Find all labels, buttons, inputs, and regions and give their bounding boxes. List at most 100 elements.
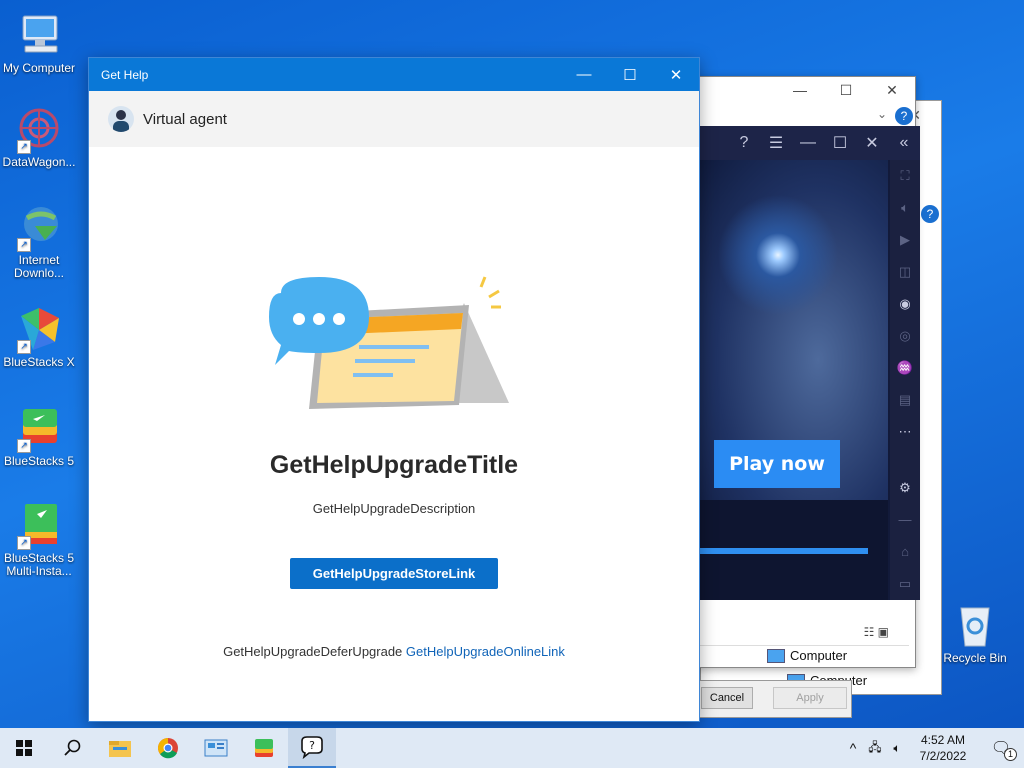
taskbar-file-explorer[interactable] [96,728,144,768]
show-hidden-icons-icon[interactable]: ^ [842,740,864,756]
get-help-window[interactable]: Get Help — ☐ ✕ Virtual agent GetHelpUpgr… [88,57,700,722]
recycle-bin-icon [951,602,999,650]
maximize-icon[interactable]: ☐ [823,77,869,103]
recent-apps-icon[interactable]: ▭ [899,568,911,600]
background-dialog-buttons: Cancel Apply [698,680,852,718]
window-title: Get Help [101,67,149,82]
shortcut-arrow-icon: ↗ [17,439,31,453]
get-help-titlebar: Get Help — ☐ ✕ [89,58,699,91]
maximize-icon[interactable]: ☐ [824,133,856,153]
online-link[interactable]: GetHelpUpgradeOnlineLink [406,644,565,659]
bluestacks-5-icon [255,739,273,757]
taskbar-bluestacks[interactable] [240,728,288,768]
datawagon-icon: ↗ [15,106,63,154]
desktop-icon-internet-download[interactable]: ↗ Internet Downlo... [1,204,77,280]
defer-upgrade-row: GetHelpUpgradeDeferUpgrade GetHelpUpgrad… [89,644,699,659]
home-icon[interactable]: ⌂ [901,536,909,568]
screenshot-icon[interactable]: ◫ [899,256,911,288]
collapse-sidebar-icon[interactable]: « [888,134,920,152]
agent-label: Virtual agent [143,110,227,128]
bluestacks-titlebar: ? ☰ — ☐ ✕ « [698,126,920,160]
macro-icon[interactable]: ◎ [899,320,910,352]
status-computer-label: Computer [790,648,848,663]
clock[interactable]: 4:52 AM 7/2/2022 [908,732,978,764]
back-icon[interactable]: — [899,504,912,536]
help-icon[interactable]: ? [895,107,913,125]
svg-text:?: ? [309,739,315,752]
desktop-icon-bluestacks-5[interactable]: ↗ BlueStacks 5 [1,405,77,468]
notifications-button[interactable]: 🗨︎ 1 [978,738,1024,761]
record-icon[interactable]: ◉ [899,288,910,320]
more-icon[interactable]: ⋯ [899,416,912,448]
fps-icon[interactable]: ▤ [899,384,911,416]
game-banner-art: Play now [698,160,888,500]
clock-date: 7/2/2022 [919,749,967,763]
shortcut-arrow-icon: ↗ [17,140,31,154]
desktop-icon-datawagon[interactable]: ↗ DataWagon... [1,106,77,169]
search-button[interactable] [48,728,96,768]
defer-upgrade-text: GetHelpUpgradeDeferUpgrade [223,644,403,659]
search-icon [64,739,81,756]
close-icon[interactable]: ✕ [653,66,699,84]
notification-count-badge: 1 [1004,748,1017,761]
eco-mode-icon[interactable]: ♒ [897,352,913,384]
agent-avatar-icon [108,106,134,132]
video-icon[interactable]: ▶ [900,224,910,256]
bluestacks-multi-instance-icon: ↗ [15,502,63,550]
shortcut-arrow-icon: ↗ [17,238,31,252]
close-icon[interactable]: ✕ [869,77,915,103]
shortcut-arrow-icon: ↗ [17,340,31,354]
chrome-icon [158,738,178,759]
minimize-icon[interactable]: — [777,77,823,103]
get-help-icon: ? [301,736,323,759]
upgrade-description: GetHelpUpgradeDescription [312,501,476,516]
folder-icon [109,741,131,757]
status-bar-computer: Computer [699,645,909,665]
settings-icon[interactable]: ⚙ [899,472,911,504]
desktop-icon-label: DataWagon... [2,155,76,169]
help-icon[interactable]: ? [921,205,939,223]
chevron-down-icon[interactable]: ⌄ [877,107,887,121]
control-panel-icon [204,739,228,757]
volume-icon[interactable]: 🔈︎ [901,192,909,224]
minimize-icon[interactable]: — [792,134,824,152]
start-button[interactable] [0,728,48,768]
view-details-icon[interactable]: ☷ ▣ [864,625,889,639]
network-icon[interactable]: 🖧︎ [864,738,886,759]
virtual-agent-header: Virtual agent [89,91,699,147]
taskbar-control-panel[interactable] [192,728,240,768]
computer-icon [15,12,63,60]
upgrade-illustration [269,273,529,418]
taskbar-chrome[interactable] [144,728,192,768]
shortcut-arrow-icon: ↗ [17,536,31,550]
loading-progress-bar [698,548,868,554]
desktop-icon-recycle-bin[interactable]: Recycle Bin [937,602,1013,665]
store-link-button[interactable]: GetHelpUpgradeStoreLink [290,558,498,589]
maximize-icon[interactable]: ☐ [607,66,653,84]
play-now-button[interactable]: Play now [714,440,840,488]
desktop-icon-bluestacks-x[interactable]: ↗ BlueStacks X [1,306,77,369]
help-icon[interactable]: ? [728,134,760,152]
upgrade-title: GetHelpUpgradeTitle [269,451,519,479]
desktop-icon-label: Recycle Bin [943,651,1007,665]
desktop-icon-my-computer[interactable]: My Computer [1,12,77,75]
cancel-button[interactable]: Cancel [701,687,753,709]
window-controls: — ☐ ✕ [777,77,915,103]
desktop-icon-label: My Computer [2,61,76,75]
bluestacks-window[interactable]: ? ☰ — ☐ ✕ « Play now ⛶ 🔈︎ ▶ ◫ ◉ ◎ ♒ ▤ ⋯ … [698,126,920,600]
desktop-icon-label: BlueStacks 5 Multi-Insta... [3,551,75,578]
taskbar-get-help[interactable]: ? [288,728,336,768]
system-tray: ^ 🖧︎ 🔈︎ 4:52 AM 7/2/2022 🗨︎ 1 [842,728,1024,768]
desktop-icon-bluestacks-multi[interactable]: ↗ BlueStacks 5 Multi-Insta... [1,502,77,578]
bluestacks-sidebar: ⛶ 🔈︎ ▶ ◫ ◉ ◎ ♒ ▤ ⋯ ⚙ — ⌂ ▭ [890,160,920,600]
fullscreen-icon[interactable]: ⛶ [900,160,909,192]
close-icon[interactable]: ✕ [856,133,888,153]
desktop-icon-label: Internet Downlo... [13,253,65,280]
minimize-icon[interactable]: — [561,66,607,83]
clock-time: 4:52 AM [920,733,966,747]
bluestacks-loading-area [698,500,888,600]
volume-icon[interactable]: 🔈︎ [886,741,908,756]
apply-button[interactable]: Apply [773,687,847,709]
menu-icon[interactable]: ☰ [760,133,792,153]
windows-logo-icon [16,740,32,756]
